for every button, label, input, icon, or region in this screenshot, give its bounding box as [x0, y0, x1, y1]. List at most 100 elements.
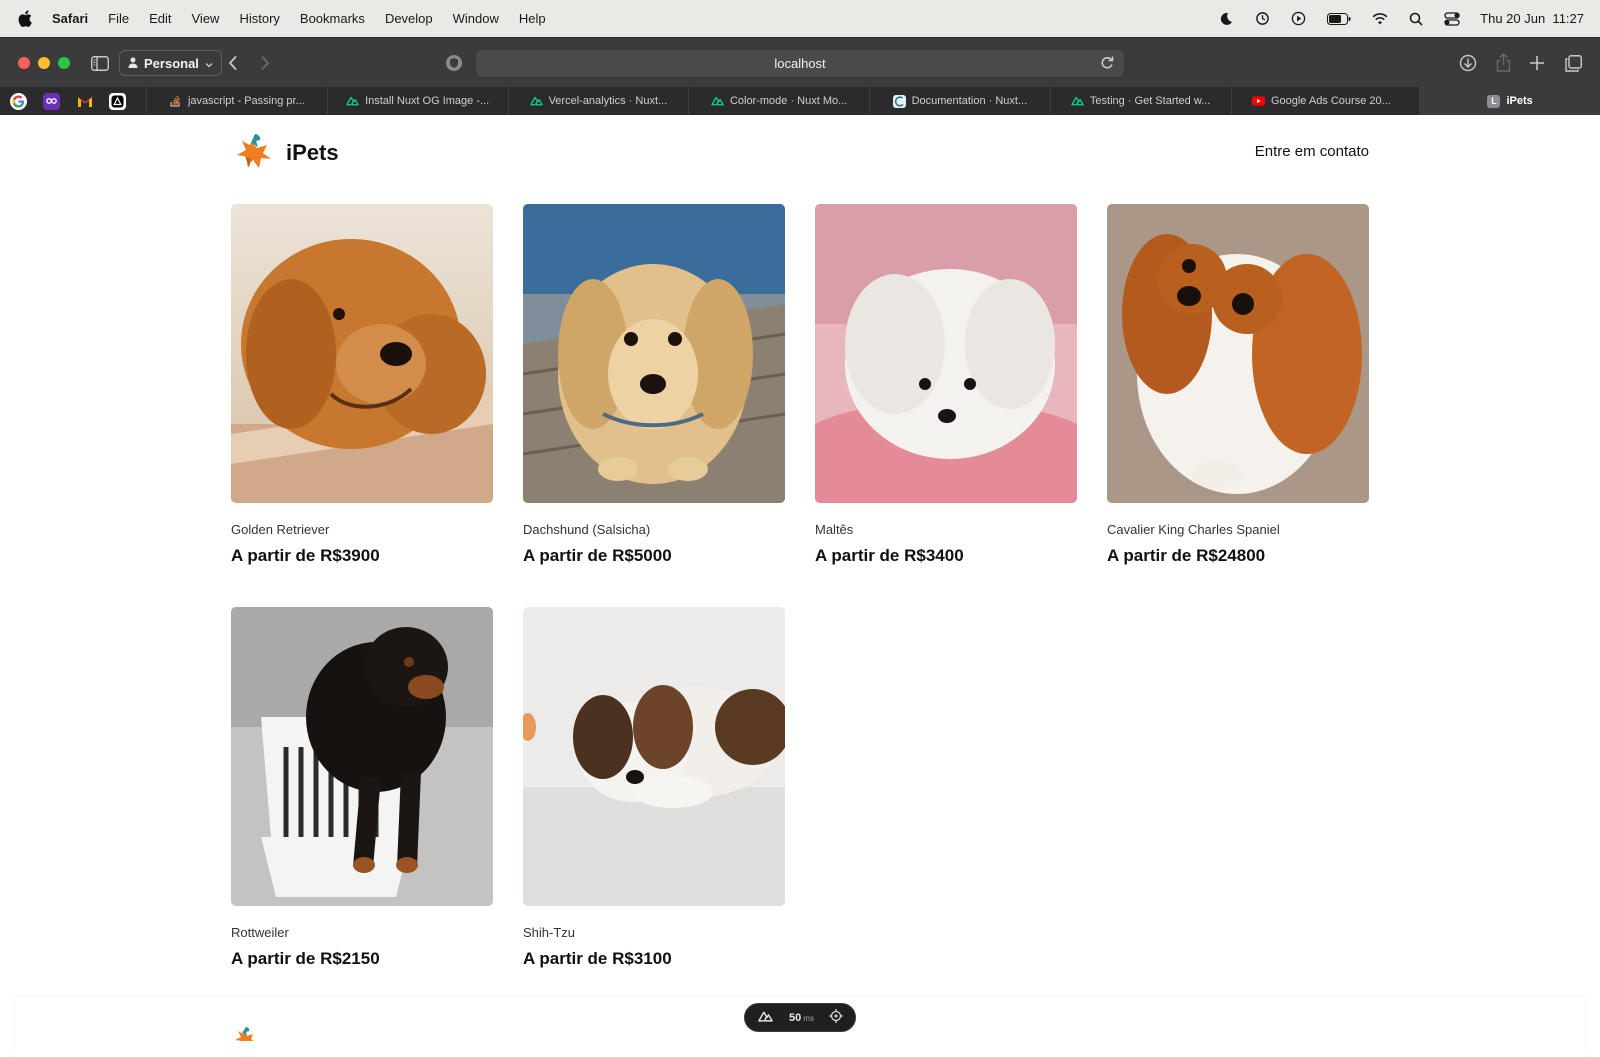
tab-label: Google Ads Course 20... — [1270, 95, 1391, 107]
footer-logo-icon[interactable] — [231, 1025, 257, 1041]
youtube-icon — [1251, 95, 1265, 108]
profile-selector[interactable]: Personal — [119, 50, 222, 76]
menu-develop[interactable]: Develop — [385, 11, 433, 26]
pet-breed: Rottweiler — [231, 925, 289, 940]
pet-photo-rottweiler[interactable] — [231, 607, 493, 906]
menu-history[interactable]: History — [239, 11, 279, 26]
pet-price: A partir de R$3400 — [815, 546, 964, 565]
pet-card[interactable]: Dachshund (Salsicha) A partir de R$5000 — [523, 204, 785, 566]
play-icon[interactable] — [1290, 11, 1306, 27]
apple-icon[interactable] — [18, 10, 34, 28]
tab-label: Testing · Get Started w... — [1089, 95, 1211, 107]
tab-label: Vercel-analytics · Nuxt... — [548, 95, 668, 107]
brand-name[interactable]: iPets — [286, 140, 339, 166]
ipets-logo-icon[interactable] — [231, 132, 273, 174]
tab-active[interactable]: L iPets — [1419, 87, 1600, 115]
menu-bookmarks[interactable]: Bookmarks — [300, 11, 365, 26]
letter-l-icon: L — [1487, 94, 1501, 108]
tab-label: Documentation · Nuxt... — [911, 95, 1028, 107]
nuxt-icon — [346, 95, 359, 108]
tab-item[interactable]: Google Ads Course 20... — [1230, 87, 1412, 115]
battery-icon[interactable] — [1326, 11, 1352, 27]
moon-icon[interactable] — [1218, 11, 1234, 27]
sidebar-toggle-icon[interactable] — [89, 52, 111, 74]
chevron-down-icon — [205, 56, 213, 71]
menu-safari[interactable]: Safari — [52, 11, 88, 26]
pet-photo-shih-tzu[interactable] — [523, 607, 785, 906]
pet-card[interactable]: Cavalier King Charles Spaniel A partir d… — [1107, 204, 1369, 566]
google-icon[interactable] — [10, 92, 27, 110]
zoom-window-button[interactable] — [58, 56, 70, 69]
pet-breed: Cavalier King Charles Spaniel — [1107, 522, 1280, 537]
forward-icon[interactable] — [254, 52, 276, 74]
close-window-button[interactable] — [18, 56, 30, 69]
macos-menu-bar: Safari File Edit View History Bookmarks … — [0, 0, 1600, 37]
share-icon[interactable] — [1492, 51, 1514, 73]
site-header: iPets Entre em contato — [231, 132, 1369, 174]
pet-price: A partir de R$3100 — [523, 949, 672, 968]
pet-price: A partir de R$3900 — [231, 546, 380, 565]
nuxt-icon — [529, 95, 543, 108]
tab-item[interactable]: Vercel-analytics · Nuxt... — [507, 87, 689, 115]
tab-label: Install Nuxt OG Image -... — [365, 95, 490, 107]
back-icon[interactable] — [222, 52, 244, 74]
time-machine-icon[interactable] — [1254, 11, 1270, 27]
new-tab-icon[interactable] — [1526, 52, 1548, 74]
reload-icon[interactable] — [1100, 55, 1114, 73]
pet-photo-maltes[interactable] — [815, 204, 1077, 503]
menu-window[interactable]: Window — [453, 11, 499, 26]
minimize-window-button[interactable] — [38, 56, 50, 69]
menu-view[interactable]: View — [192, 11, 220, 26]
pet-grid: Golden Retriever A partir de R$3900 Dach… — [231, 204, 1369, 969]
wifi-icon[interactable] — [1372, 11, 1388, 27]
tab-label: Color-mode · Nuxt Mo... — [729, 95, 848, 107]
pet-photo-golden-retriever[interactable] — [231, 204, 493, 503]
render-time-unit: ms — [803, 1013, 814, 1023]
pet-card[interactable]: Shih-Tzu A partir de R$3100 — [523, 607, 785, 969]
nuxt-icon — [711, 95, 724, 108]
contact-link[interactable]: Entre em contato — [1255, 143, 1369, 160]
tab-item[interactable]: Color-mode · Nuxt Mo... — [688, 87, 869, 115]
render-time-value: 50 — [789, 1011, 802, 1024]
page-content: iPets Entre em contato Golden Retriever … — [0, 115, 1600, 1057]
pet-photo-cavalier[interactable] — [1107, 204, 1369, 503]
pet-breed: Shih-Tzu — [523, 925, 576, 940]
vercel-icon[interactable] — [109, 92, 126, 110]
tab-item[interactable]: Documentation · Nuxt... — [869, 87, 1050, 115]
tab-label: javascript - Passing pr... — [187, 95, 305, 107]
control-center-icon[interactable] — [1444, 11, 1460, 27]
nuxt-devtools-pill[interactable]: 50 ms — [744, 1003, 856, 1032]
render-time: 50 ms — [789, 1012, 814, 1024]
stackoverflow-icon — [169, 95, 182, 108]
tab-item[interactable]: Testing · Get Started w... — [1049, 87, 1231, 115]
menu-edit[interactable]: Edit — [149, 11, 171, 26]
pet-price: A partir de R$24800 — [1107, 546, 1266, 565]
menu-file[interactable]: File — [108, 11, 129, 26]
profile-label: Personal — [144, 55, 199, 71]
tab-item[interactable]: Install Nuxt OG Image -... — [326, 87, 508, 115]
search-icon[interactable] — [1408, 11, 1424, 27]
pet-card[interactable]: Golden Retriever A partir de R$3900 — [231, 204, 493, 566]
downloads-icon[interactable] — [1457, 52, 1479, 74]
pet-card[interactable]: Maltês A partir de R$3400 — [815, 204, 1077, 566]
menu-clock[interactable]: Thu 20 Jun 11:27 — [1480, 11, 1584, 26]
inspect-target-icon[interactable] — [828, 1009, 843, 1026]
menu-help[interactable]: Help — [519, 11, 546, 26]
url-text: localhost — [774, 56, 826, 71]
pet-breed: Maltês — [815, 522, 854, 537]
tab-overview-icon[interactable] — [1562, 52, 1584, 74]
bookmark-app-icon[interactable] — [43, 92, 60, 110]
nuxt-icon[interactable] — [757, 1011, 774, 1025]
pet-price: A partir de R$2150 — [231, 949, 380, 968]
window-controls — [18, 56, 70, 69]
pet-price: A partir de R$5000 — [523, 546, 672, 565]
address-bar[interactable]: localhost — [476, 50, 1124, 77]
gmail-icon[interactable] — [76, 93, 93, 110]
pet-card[interactable]: Rottweiler A partir de R$2150 — [231, 607, 493, 969]
tab-item[interactable]: javascript - Passing pr... — [146, 87, 327, 115]
nuxt-icon — [1071, 95, 1084, 108]
pet-breed: Golden Retriever — [231, 522, 330, 537]
pet-breed: Dachshund (Salsicha) — [523, 522, 651, 537]
pet-photo-dachshund[interactable] — [523, 204, 785, 503]
privacy-shield-icon[interactable] — [443, 52, 465, 74]
